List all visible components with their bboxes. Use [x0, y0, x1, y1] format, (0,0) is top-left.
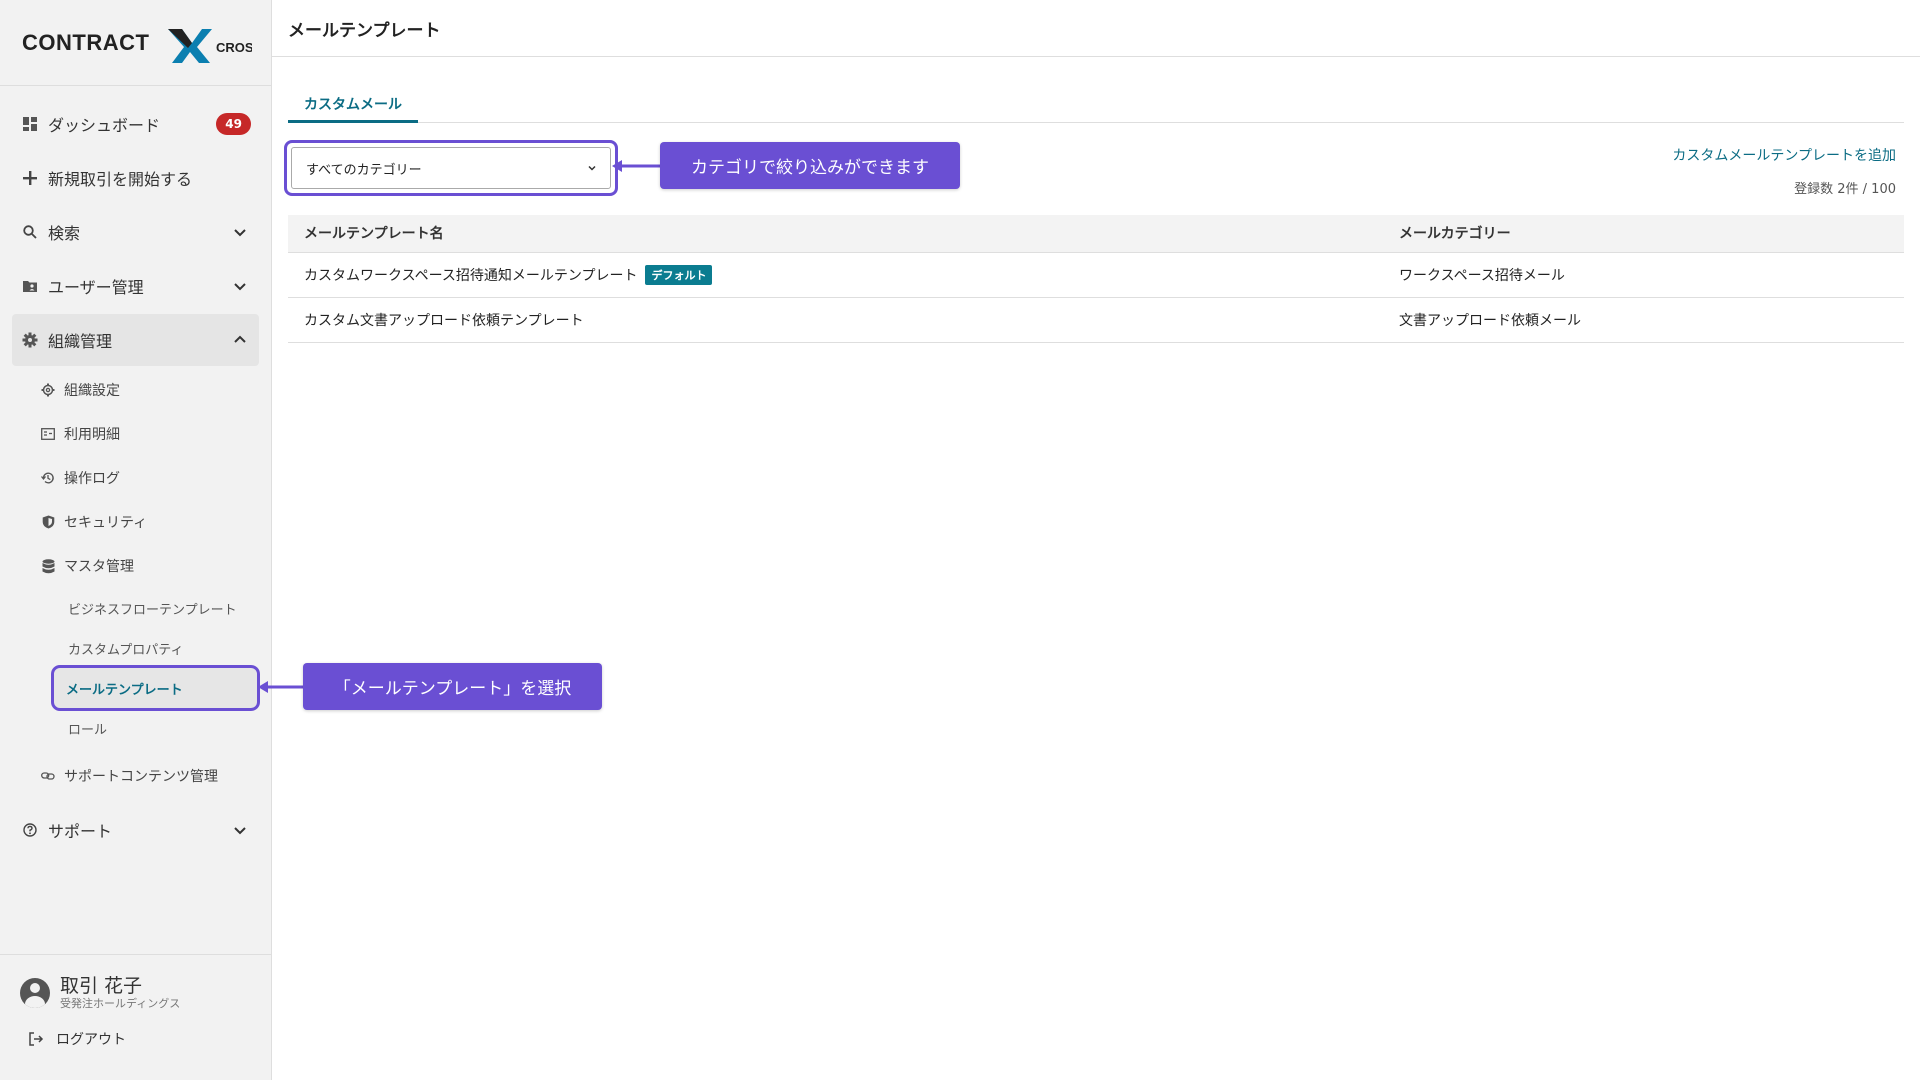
- svg-text:CONTRACT: CONTRACT: [22, 30, 149, 55]
- sidebar-item-business-flow[interactable]: ビジネスフローテンプレート: [56, 588, 255, 628]
- help-icon: [20, 820, 40, 840]
- sidebar-item-custom-property[interactable]: カスタムプロパティ: [56, 628, 255, 668]
- sidebar-nav: ダッシュボード 49 新規取引を開始する 検索 ユーザー管理 組織管理 組織設定…: [0, 86, 271, 856]
- template-category-cell: ワークスペース招待メール: [1383, 252, 1904, 298]
- main-content: メールテンプレート カスタムメール すべてのカテゴリー カスタムメールテンプレー…: [272, 0, 1920, 1080]
- chevron-down-icon: [234, 827, 246, 835]
- sidebar-item-security[interactable]: セキュリティ: [0, 500, 271, 544]
- sidebar-item-label: サポート: [48, 822, 113, 841]
- template-table: メールテンプレート名 メールカテゴリー カスタムワークスペース招待通知メールテン…: [288, 215, 1904, 343]
- logo[interactable]: CONTRACT CROSS: [0, 0, 271, 86]
- sidebar-item-label: 操作ログ: [64, 471, 120, 487]
- template-name[interactable]: カスタムワークスペース招待通知メールテンプレート: [304, 268, 637, 284]
- svg-text:CROSS: CROSS: [216, 40, 252, 55]
- callout-arrow-filter: [612, 160, 662, 172]
- sidebar-item-label: ユーザー管理: [48, 278, 144, 297]
- logout-button[interactable]: ログアウト: [0, 1011, 272, 1049]
- sidebar-item-audit-log[interactable]: 操作ログ: [0, 456, 271, 500]
- sidebar-item-label: 組織管理: [48, 332, 113, 351]
- sidebar-item-support-content[interactable]: サポートコンテンツ管理: [0, 754, 271, 798]
- column-header-name[interactable]: メールテンプレート名: [288, 215, 1383, 253]
- dashboard-icon: [20, 114, 40, 134]
- sidebar-item-label: サポートコンテンツ管理: [64, 769, 218, 785]
- template-category-cell: 文書アップロード依頼メール: [1383, 297, 1904, 343]
- sidebar-item-label: 利用明細: [64, 427, 120, 443]
- template-name-cell: カスタム文書アップロード依頼テンプレート: [288, 297, 1383, 343]
- sidebar-item-user-management[interactable]: ユーザー管理: [12, 260, 259, 312]
- column-header-category[interactable]: メールカテゴリー: [1383, 215, 1904, 253]
- sidebar-item-master[interactable]: マスタ管理: [0, 544, 271, 588]
- chevron-down-icon: [234, 283, 246, 291]
- user-name: 取引 花子: [60, 975, 143, 997]
- sidebar-footer: 取引 花子 受発注ホールディングス ログアウト: [0, 954, 272, 1080]
- tab-bar: カスタムメール: [288, 81, 1904, 123]
- link-icon: [40, 768, 56, 784]
- table-row[interactable]: カスタムワークスペース招待通知メールテンプレート デフォルト ワークスペース招待メ…: [288, 252, 1904, 298]
- search-icon: [20, 222, 40, 242]
- category-select-value: すべてのカテゴリー: [306, 162, 422, 178]
- sidebar-item-org-settings[interactable]: 組織設定: [0, 368, 271, 412]
- sidebar-item-label: 検索: [48, 224, 81, 243]
- database-icon: [40, 558, 56, 574]
- history-icon: [40, 470, 56, 486]
- chevron-down-icon: [588, 165, 596, 171]
- chevron-down-icon: [234, 229, 246, 237]
- plus-icon: [20, 168, 40, 188]
- sidebar-item-org-management[interactable]: 組織管理: [12, 314, 259, 366]
- sidebar-item-label: セキュリティ: [64, 515, 148, 531]
- category-select-highlight: すべてのカテゴリー: [284, 140, 618, 196]
- notification-badge: 49: [216, 113, 251, 135]
- chevron-up-icon: [234, 335, 246, 343]
- table-header-row: メールテンプレート名 メールカテゴリー: [288, 215, 1904, 253]
- callout-select-note: 「メールテンプレート」を選択: [303, 663, 602, 710]
- sidebar-item-search[interactable]: 検索: [12, 206, 259, 258]
- receipt-icon: [40, 426, 56, 442]
- user-profile[interactable]: 取引 花子 受発注ホールディングス: [0, 955, 272, 1011]
- sidebar-item-support[interactable]: サポート: [12, 804, 259, 856]
- add-template-link[interactable]: カスタムメールテンプレートを追加: [1672, 145, 1896, 165]
- sidebar-item-mail-template[interactable]: メールテンプレート: [51, 665, 260, 711]
- callout-filter-note: カテゴリで絞り込みができます: [660, 142, 960, 189]
- sidebar: CONTRACT CROSS ダッシュボード 49 新規取引を開始する 検索: [0, 0, 272, 1080]
- sidebar-item-label: ダッシュボード: [48, 116, 161, 135]
- filter-row: すべてのカテゴリー カスタムメールテンプレートを追加 登録数 2件 / 100: [284, 123, 1904, 215]
- default-tag: デフォルト: [645, 264, 713, 285]
- contract-x-logo: CONTRACT CROSS: [22, 28, 252, 63]
- shield-icon: [40, 514, 56, 530]
- folder-user-icon: [20, 276, 40, 296]
- sidebar-item-label: マスタ管理: [64, 559, 134, 575]
- template-count: 登録数 2件 / 100: [1794, 182, 1896, 197]
- settings-icon: [40, 382, 56, 398]
- logout-icon: [28, 1031, 44, 1047]
- avatar: [20, 978, 50, 1008]
- callout-arrow-select: [258, 681, 305, 693]
- sidebar-item-dashboard[interactable]: ダッシュボード 49: [12, 98, 259, 150]
- sidebar-item-usage[interactable]: 利用明細: [0, 412, 271, 456]
- template-name-cell: カスタムワークスペース招待通知メールテンプレート デフォルト: [288, 252, 1383, 298]
- sidebar-item-role[interactable]: ロール: [56, 708, 255, 748]
- user-organization: 受発注ホールディングス: [60, 997, 181, 1010]
- category-select[interactable]: すべてのカテゴリー: [291, 147, 611, 189]
- page-title: メールテンプレート: [272, 0, 1920, 57]
- sidebar-item-label: 組織設定: [64, 383, 120, 399]
- template-name[interactable]: カスタム文書アップロード依頼テンプレート: [304, 313, 584, 329]
- tab-custom-mail[interactable]: カスタムメール: [288, 81, 418, 123]
- logout-label: ログアウト: [56, 1032, 126, 1048]
- gear-icon: [20, 330, 40, 350]
- sidebar-item-new-deal[interactable]: 新規取引を開始する: [12, 152, 259, 204]
- table-row[interactable]: カスタム文書アップロード依頼テンプレート 文書アップロード依頼メール: [288, 297, 1904, 343]
- sidebar-item-label: 新規取引を開始する: [48, 170, 193, 189]
